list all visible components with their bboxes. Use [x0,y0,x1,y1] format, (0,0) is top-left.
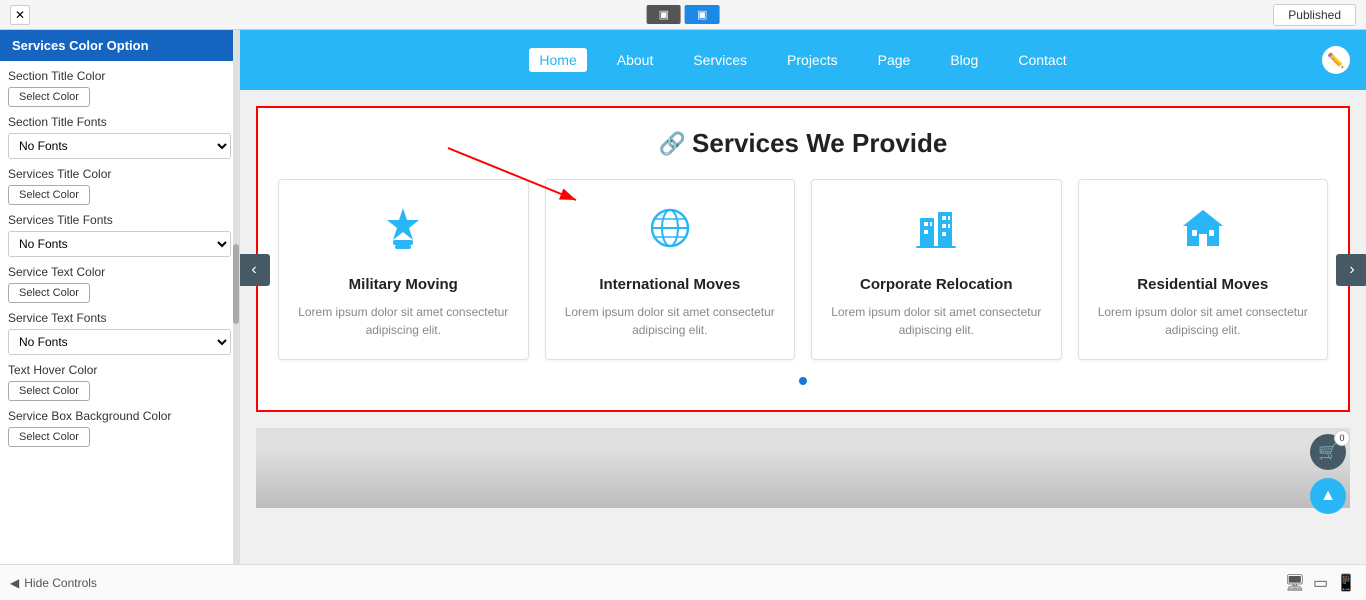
section-title-color-btn[interactable]: Select Color [8,87,90,107]
services-title-color-btn[interactable]: Select Color [8,185,90,205]
service-text-color-label: Service Text Color [8,265,231,279]
service-text-fonts-label: Service Text Fonts [8,311,231,325]
text-hover-color-label: Text Hover Color [8,363,231,377]
services-title-fonts-group: Services Title Fonts No Fonts Arial Verd… [8,213,231,257]
bottom-controls: ◀ Hide Controls 🖥 ▭ 📱 [0,564,1366,600]
text-hover-color-group: Text Hover Color Select Color [8,363,231,401]
tab-1[interactable]: ▣ [647,5,681,24]
services-title-color-group: Services Title Color Select Color [8,167,231,205]
service-text-fonts-group: Service Text Fonts No Fonts Arial Verdan… [8,311,231,355]
carousel-dot-1[interactable] [799,377,807,385]
carousel-next-button[interactable]: › [1336,254,1366,286]
tab-2[interactable]: ▣ [685,5,719,24]
nav-item-contact[interactable]: Contact [1008,48,1076,72]
bottom-preview [256,428,1350,508]
panel-body: Section Title Color Select Color Section… [0,61,239,463]
nav-items: Home About Services Projects Page Blog C… [529,48,1076,72]
carousel-dots [278,372,1328,390]
services-title: 🔗 Services We Provide [278,128,1328,159]
published-button[interactable]: Published [1273,4,1356,26]
service-text-color-btn[interactable]: Select Color [8,283,90,303]
service-text-color-group: Service Text Color Select Color [8,265,231,303]
nav-item-page[interactable]: Page [868,48,921,72]
panel-header: Services Color Option [0,30,239,61]
float-buttons: 🛒 0 ▲ [1310,434,1346,514]
international-title: International Moves [562,276,779,293]
service-text-fonts-select[interactable]: No Fonts Arial Verdana Georgia [8,329,231,355]
services-title-fonts-select[interactable]: No Fonts Arial Verdana Georgia [8,231,231,257]
service-card-military: Military Moving Lorem ipsum dolor sit am… [278,179,529,360]
scrollbar-track [233,30,239,564]
view-icons: 🖥 ▭ 📱 [1285,573,1356,593]
services-title-color-label: Services Title Color [8,167,231,181]
nav-item-blog[interactable]: Blog [940,48,988,72]
military-text: Lorem ipsum dolor sit amet consectetur a… [295,303,512,339]
service-card-international: International Moves Lorem ipsum dolor si… [545,179,796,360]
service-box-bg-label: Service Box Background Color [8,409,231,423]
nav-item-services[interactable]: Services [683,48,757,72]
section-title-fonts-label: Section Title Fonts [8,115,231,129]
text-hover-color-btn[interactable]: Select Color [8,381,90,401]
services-cards: Military Moving Lorem ipsum dolor sit am… [278,179,1328,360]
desktop-view-icon[interactable]: 🖥 [1285,573,1305,593]
nav-item-about[interactable]: About [607,48,664,72]
service-card-residential: Residential Moves Lorem ipsum dolor sit … [1078,179,1329,360]
section-title-fonts-group: Section Title Fonts No Fonts Arial Verda… [8,115,231,159]
left-panel: Services Color Option Section Title Colo… [0,30,240,564]
nav-item-projects[interactable]: Projects [777,48,848,72]
corporate-title: Corporate Relocation [828,276,1045,293]
section-title-color-label: Section Title Color [8,69,231,83]
services-section: 🔗 Services We Provide ‹ [256,106,1350,412]
chevron-left-icon: ◀ [10,576,19,590]
truck-area [256,448,1350,508]
nav-edit-icon[interactable]: ✏️ [1322,46,1350,74]
section-title-color-group: Section Title Color Select Color [8,69,231,107]
cart-badge: 0 [1334,430,1350,446]
scroll-up-button[interactable]: ▲ [1310,478,1346,514]
tablet-view-icon[interactable]: ▭ [1313,573,1328,593]
top-bar-tabs: ▣ ▣ [647,5,720,24]
service-card-corporate: Corporate Relocation Lorem ipsum dolor s… [811,179,1062,360]
residential-title: Residential Moves [1095,276,1312,293]
mobile-view-icon[interactable]: 📱 [1336,573,1356,593]
main-area: Services Color Option Section Title Colo… [0,30,1366,564]
cart-button[interactable]: 🛒 0 [1310,434,1346,470]
services-title-fonts-label: Services Title Fonts [8,213,231,227]
services-title-icon: 🔗 [659,131,686,157]
section-title-fonts-select[interactable]: No Fonts Arial Verdana Georgia [8,133,231,159]
nav-item-home[interactable]: Home [529,48,586,72]
preview-area: Home About Services Projects Page Blog C… [240,30,1366,564]
residential-text: Lorem ipsum dolor sit amet consectetur a… [1095,303,1312,339]
nav-bar: Home About Services Projects Page Blog C… [240,30,1366,90]
military-title: Military Moving [295,276,512,293]
residential-icon [1095,204,1312,262]
top-bar: ✕ ▣ ▣ Published [0,0,1366,30]
hide-controls-button[interactable]: ◀ Hide Controls [10,576,97,590]
international-text: Lorem ipsum dolor sit amet consectetur a… [562,303,779,339]
international-icon [562,204,779,262]
carousel-prev-button[interactable]: ‹ [240,254,270,286]
service-box-bg-btn[interactable]: Select Color [8,427,90,447]
corporate-icon [828,204,1045,262]
military-icon [295,204,512,262]
service-box-bg-group: Service Box Background Color Select Colo… [8,409,231,447]
close-button[interactable]: ✕ [10,5,30,25]
scrollbar-thumb[interactable] [233,244,239,324]
corporate-text: Lorem ipsum dolor sit amet consectetur a… [828,303,1045,339]
